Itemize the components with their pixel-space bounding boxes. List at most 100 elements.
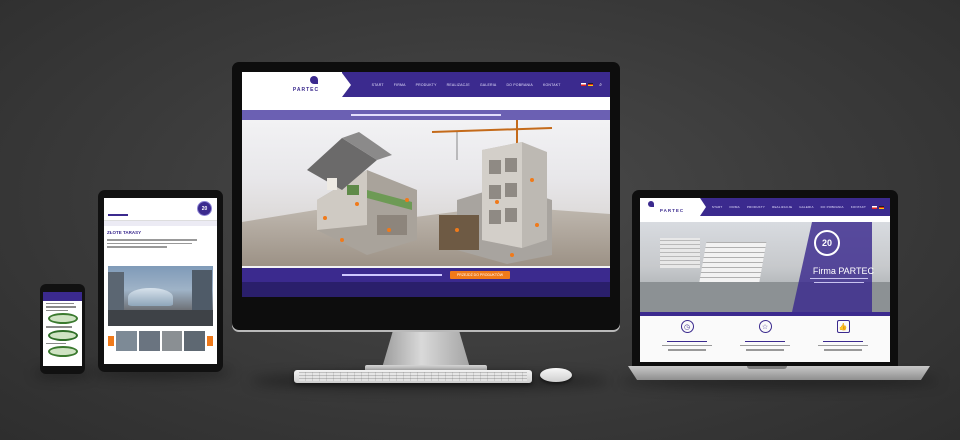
text-line (46, 342, 66, 344)
tower-shape (108, 272, 124, 312)
nav-item-firma[interactable]: FIRMA (729, 205, 739, 209)
thumbs-up-icon: 👍 (836, 320, 850, 333)
feature-label-line (745, 341, 785, 343)
hero-divider (640, 312, 890, 316)
concrete-slab-stack (660, 238, 700, 268)
gallery-thumbnails (108, 330, 213, 352)
text-line (107, 239, 197, 241)
anniversary-badge: 20 (197, 201, 212, 216)
logo-mark-icon (310, 76, 318, 84)
product-image[interactable] (47, 329, 78, 341)
nav-item-kontakt[interactable]: KONTAKT (543, 83, 561, 87)
language-flags (872, 205, 884, 209)
hero-illustration (242, 120, 610, 266)
clock-icon: ◷ (680, 320, 694, 333)
laptop-screen: PARTEC START FIRMA PRODUKTY REALIZACJE G… (640, 198, 890, 362)
product-image[interactable] (47, 313, 78, 325)
logo-text: PARTEC (659, 207, 685, 213)
nav-item-galeria[interactable]: GALERIA (799, 205, 813, 209)
cta-text-placeholder (341, 274, 442, 276)
hero-subtitle-line (810, 278, 868, 280)
tablet-header: 20 (104, 198, 217, 221)
gallery-thumbnail[interactable] (138, 331, 160, 351)
monitor-screen: PARTEC START FIRMA PRODUKTY REALIZACJE G… (242, 72, 610, 297)
nav-item-realizacje[interactable]: REALIZACJE (772, 205, 792, 209)
feature-label-line (667, 341, 707, 343)
anniversary-badge: 20 (814, 230, 840, 256)
tower-shape (192, 270, 212, 314)
desktop-monitor: PARTEC START FIRMA PRODUKTY REALIZACJE G… (232, 62, 620, 330)
feature-text-line (740, 345, 790, 347)
star-icon: ☆ (758, 320, 772, 333)
nav-item-start[interactable]: START (712, 205, 723, 209)
nav-item-realizacje[interactable]: REALIZACJE (447, 83, 470, 87)
nav-menu: START FIRMA PRODUKTY REALIZACJE GALERIA … (706, 205, 872, 209)
logo-chevron (342, 72, 351, 97)
footer-strip (242, 282, 610, 297)
search-icon[interactable]: ⌕ (599, 82, 602, 88)
laptop-site-logo[interactable]: PARTEC (640, 198, 700, 216)
product-image[interactable] (47, 345, 78, 357)
plaza-shape (108, 310, 213, 326)
site-logo[interactable]: PARTEC (242, 72, 342, 97)
feature-item[interactable]: ◷ (657, 320, 717, 358)
laptop-notch (747, 366, 787, 369)
house-cutaway-illustration (307, 132, 417, 255)
text-line (107, 242, 192, 245)
tablet: 20 ZŁOTE TARASY (98, 190, 223, 372)
laptop-navbar: PARTEC START FIRMA PRODUKTY REALIZACJE G… (640, 198, 890, 216)
text-line (46, 326, 72, 328)
feature-row: ◷ ☆ 👍 (648, 320, 882, 358)
cta-button[interactable]: PRZEJDŹ DO PRODUKTÓW (449, 271, 511, 279)
flag-de-icon[interactable] (588, 83, 594, 86)
flag-pl-icon[interactable] (581, 83, 587, 86)
tagline-text-placeholder (351, 114, 501, 116)
keyboard (294, 370, 532, 383)
nav-item-produkty[interactable]: PRODUKTY (416, 83, 437, 87)
nav-item-do-pobrania[interactable]: DO POBRANIA (506, 83, 533, 87)
tablet-screen: 20 ZŁOTE TARASY (104, 198, 217, 364)
hero-cta-bar: PRZEJDŹ DO PRODUKTÓW (242, 268, 610, 282)
nav-item-start[interactable]: START (372, 83, 384, 87)
site-navbar: PARTEC START FIRMA PRODUKTY REALIZACJE G… (242, 72, 610, 97)
tagline-bar (242, 110, 610, 120)
tablet-logo-wordmark (108, 214, 128, 216)
text-line (46, 306, 76, 308)
feature-text-line (668, 349, 706, 351)
gallery-thumbnail[interactable] (184, 331, 205, 351)
glass-roof-shape (128, 288, 173, 306)
flag-de-icon[interactable] (879, 205, 884, 209)
hero-title: Firma PARTEC (812, 266, 874, 276)
text-line (46, 303, 74, 305)
nav-item-firma[interactable]: FIRMA (394, 83, 406, 87)
monitor-stand-neck (382, 332, 470, 368)
chevron-left-icon[interactable] (108, 336, 114, 346)
feature-label-line (823, 341, 863, 343)
nav-menu: START FIRMA PRODUKTY REALIZACJE GALERIA … (351, 83, 581, 87)
mouse (540, 368, 572, 382)
hero-subtitle-line (814, 282, 864, 284)
logo-mark-icon (648, 201, 654, 207)
nav-item-kontakt[interactable]: KONTAKT (851, 205, 866, 209)
laptop: PARTEC START FIRMA PRODUKTY REALIZACJE G… (632, 190, 898, 368)
language-flags (581, 83, 594, 86)
sub-header (242, 97, 610, 110)
nav-item-galeria[interactable]: GALERIA (480, 83, 497, 87)
flag-pl-icon[interactable] (872, 205, 877, 209)
feature-text-line (662, 345, 712, 347)
feature-item[interactable]: ☆ (735, 320, 795, 358)
feature-text-line (746, 349, 784, 351)
feature-text-line (824, 349, 862, 351)
gallery-thumbnail[interactable] (116, 331, 137, 351)
phone-navbar (43, 292, 82, 301)
feature-item[interactable]: 👍 (813, 320, 873, 358)
nav-item-do-pobrania[interactable]: DO POBRANIA (821, 205, 844, 209)
nav-item-produkty[interactable]: PRODUKTY (747, 205, 765, 209)
chevron-right-icon[interactable] (207, 336, 213, 346)
gallery-thumbnail[interactable] (161, 331, 183, 351)
feature-text-line (818, 345, 868, 347)
gallery-main-photo[interactable] (108, 266, 213, 326)
page-title: ZŁOTE TARASY (107, 230, 142, 235)
text-line (46, 309, 68, 312)
logo-text: PARTEC (292, 86, 320, 93)
